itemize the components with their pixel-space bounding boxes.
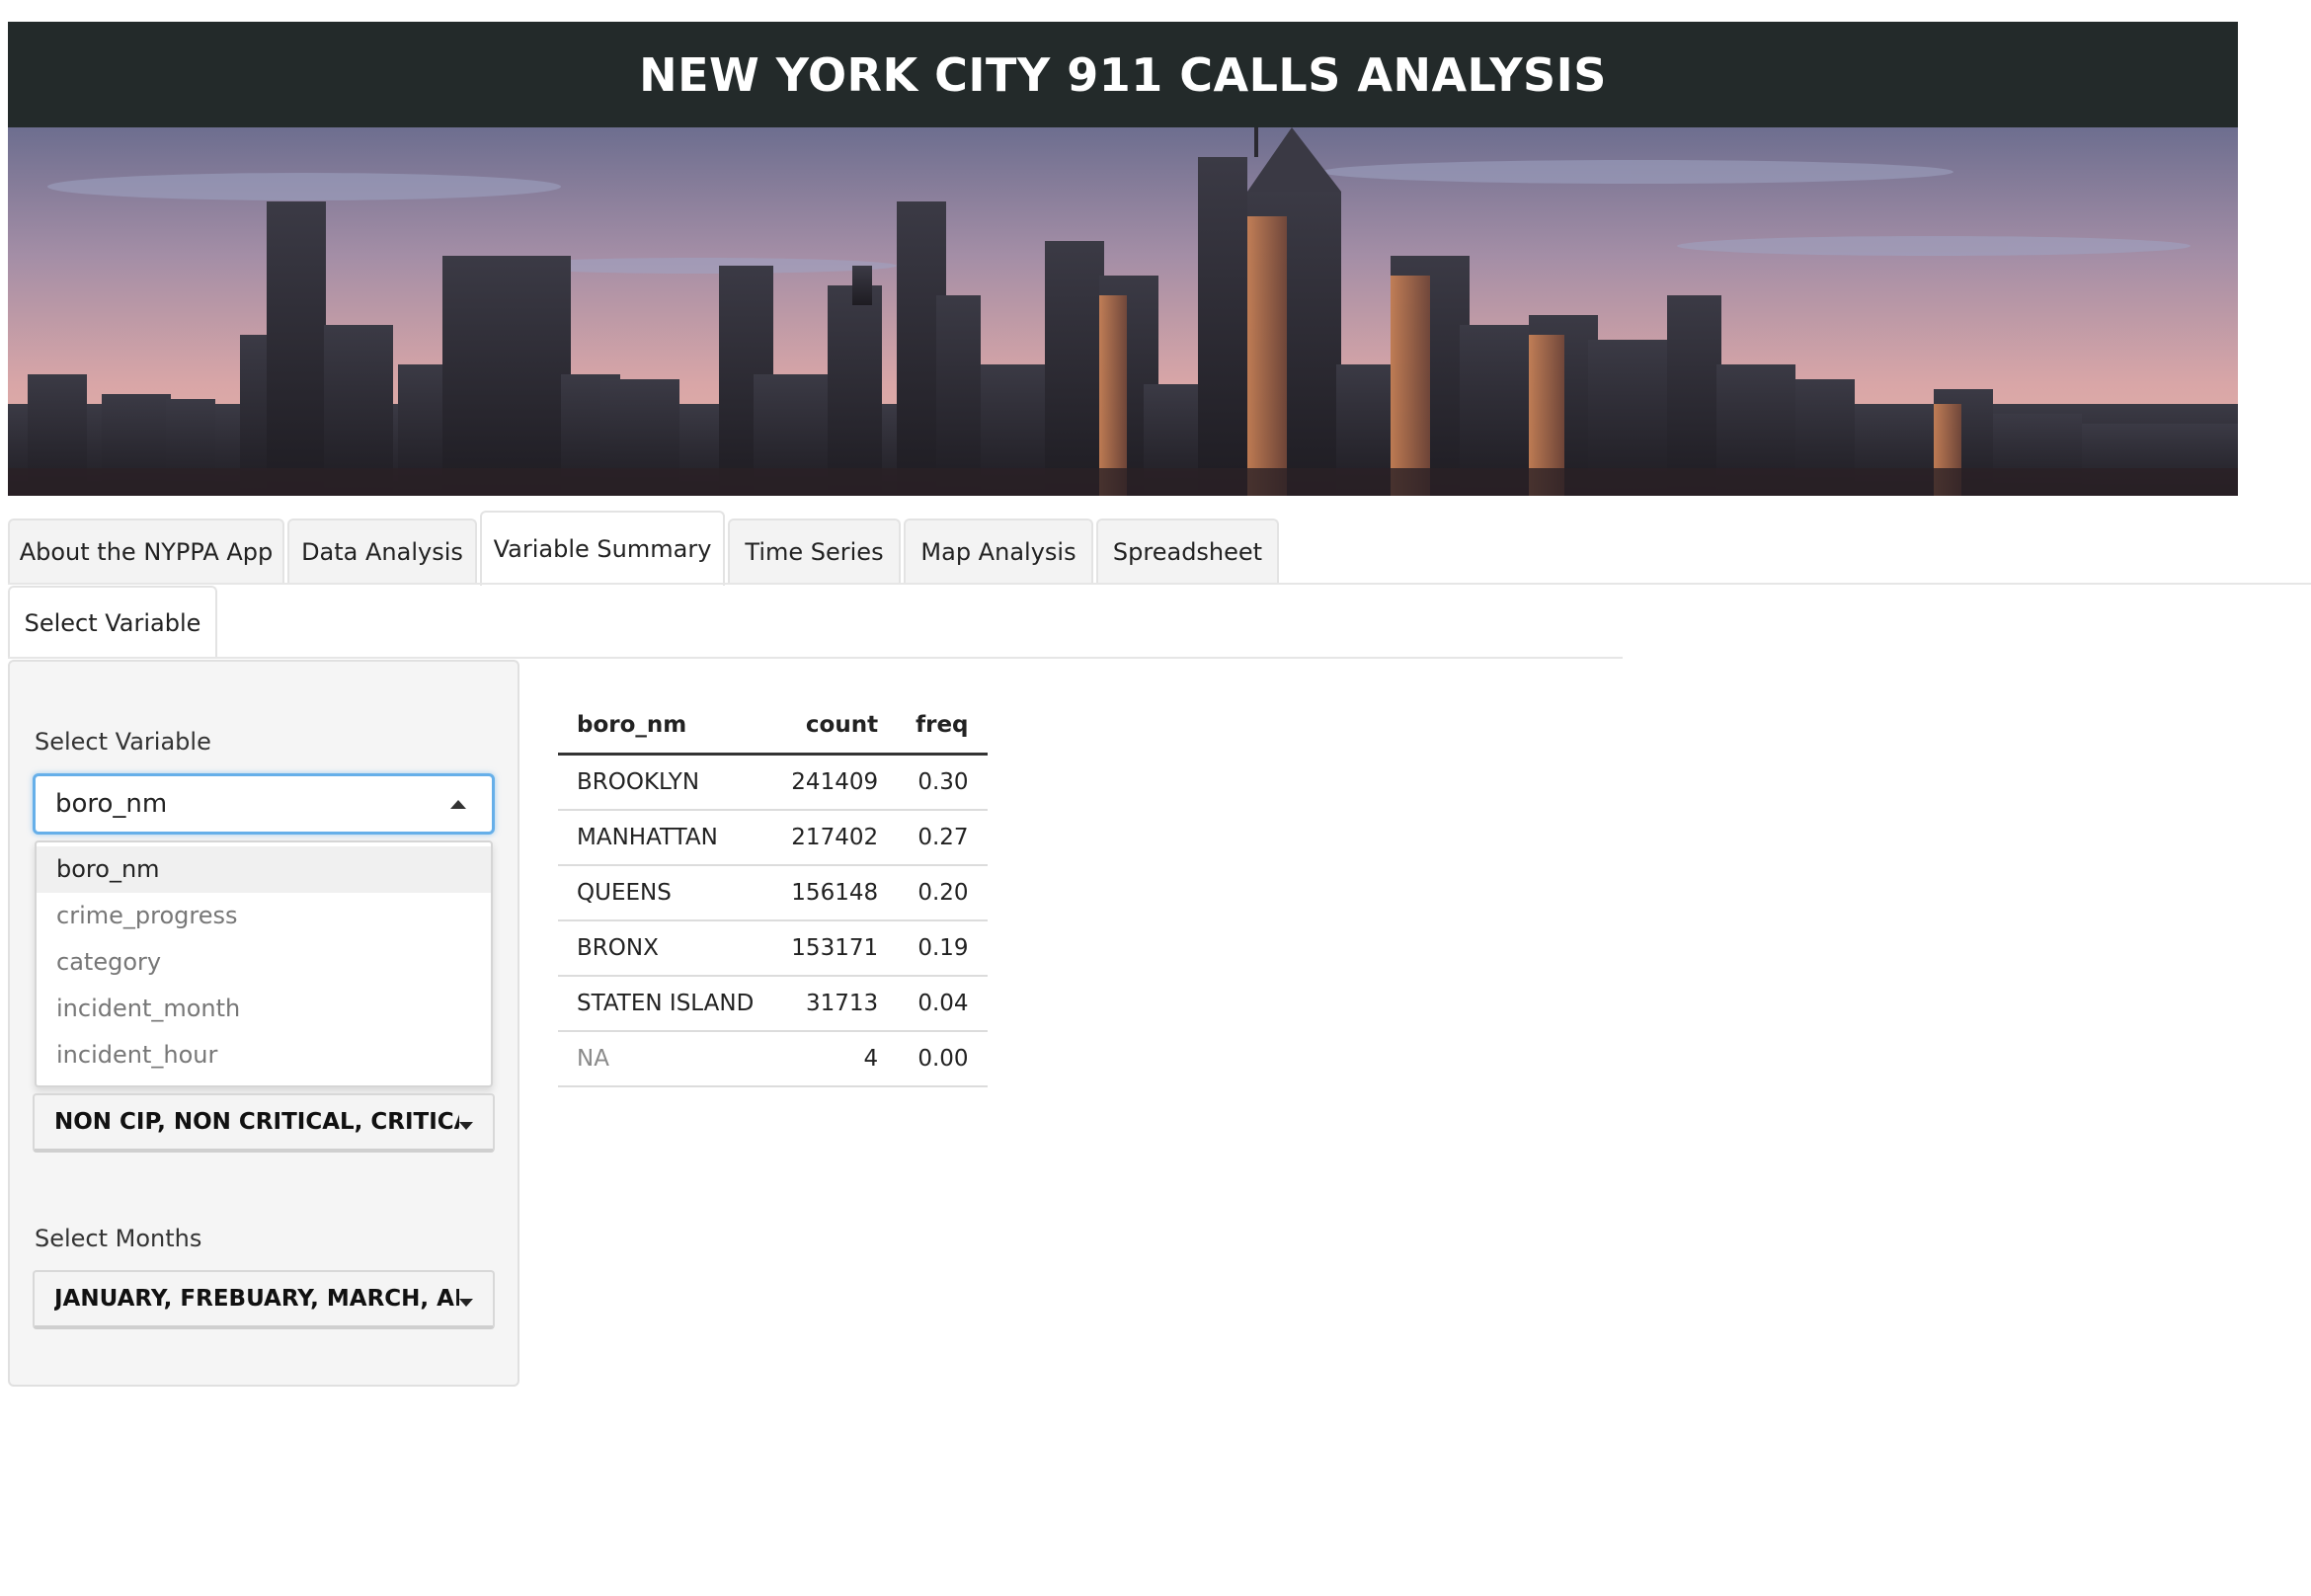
tab-spreadsheet[interactable]: Spreadsheet [1096, 519, 1279, 584]
select-variable-label: Select Variable [35, 728, 211, 756]
months-picker[interactable]: JANUARY, FREBUARY, MARCH, APRIL [33, 1270, 495, 1329]
subtab-select-variable[interactable]: Select Variable [8, 586, 217, 659]
tab-label: Data Analysis [301, 538, 463, 566]
tab-data-analysis[interactable]: Data Analysis [287, 519, 477, 584]
category-picker[interactable]: NON CIP, NON CRITICAL, CRITICAL, S [33, 1093, 495, 1153]
column-header-freq: freq [897, 697, 988, 756]
cell-count: 4 [772, 1031, 898, 1087]
tab-label: Variable Summary [493, 535, 712, 563]
dropdown-option-incident-hour[interactable]: incident_hour [37, 1032, 491, 1078]
table-header-row: boro_nm count freq [558, 697, 988, 756]
subtab-label: Select Variable [24, 609, 201, 637]
variable-select-value: boro_nm [55, 789, 168, 819]
column-header-boro-nm: boro_nm [558, 697, 773, 756]
cell-freq: 0.30 [897, 754, 988, 811]
title-bar: NEW YORK CITY 911 CALLS ANALYSIS [8, 22, 2238, 127]
tab-label: Time Series [745, 538, 884, 566]
variable-dropdown-menu: boro_nm crime_progress category incident… [35, 840, 493, 1087]
cell-boro: STATEN ISLAND [558, 976, 773, 1032]
caret-down-icon [459, 1122, 473, 1130]
tab-variable-summary[interactable]: Variable Summary [480, 511, 725, 586]
cell-count: 156148 [772, 865, 898, 921]
dropdown-option-boro-nm[interactable]: boro_nm [37, 846, 491, 893]
table-row: BRONX 153171 0.19 [558, 920, 988, 977]
tab-label: Spreadsheet [1112, 538, 1263, 566]
caret-down-icon [459, 1299, 473, 1307]
table-row: QUEENS 156148 0.20 [558, 865, 988, 921]
dropdown-option-crime-progress[interactable]: crime_progress [37, 893, 491, 939]
table-row: MANHATTAN 217402 0.27 [558, 810, 988, 866]
cell-count: 241409 [772, 754, 898, 811]
subtabs-divider [8, 657, 1623, 659]
cell-boro: BRONX [558, 920, 773, 977]
table-row: BROOKLYN 241409 0.30 [558, 754, 988, 811]
dropdown-option-incident-month[interactable]: incident_month [37, 986, 491, 1032]
table-row: NA 4 0.00 [558, 1031, 988, 1087]
tabs-divider [8, 583, 2311, 585]
tab-label: Map Analysis [920, 538, 1076, 566]
tab-time-series[interactable]: Time Series [728, 519, 901, 584]
cell-count: 153171 [772, 920, 898, 977]
dropdown-option-category[interactable]: category [37, 939, 491, 986]
tab-map-analysis[interactable]: Map Analysis [904, 519, 1093, 584]
variable-select-input[interactable]: boro_nm [33, 773, 495, 835]
caret-up-icon [450, 800, 466, 809]
category-picker-value: NON CIP, NON CRITICAL, CRITICAL, S [54, 1109, 459, 1135]
months-picker-value: JANUARY, FREBUARY, MARCH, APRIL [54, 1286, 459, 1312]
cell-count: 31713 [772, 976, 898, 1032]
select-months-label: Select Months [35, 1225, 202, 1252]
summary-table: boro_nm count freq BROOKLYN 241409 0.30 … [558, 697, 988, 1087]
column-header-count: count [772, 697, 898, 756]
app-title: NEW YORK CITY 911 CALLS ANALYSIS [639, 47, 1607, 102]
cell-boro: MANHATTAN [558, 810, 773, 866]
table-row: STATEN ISLAND 31713 0.04 [558, 976, 988, 1032]
skyline-banner-image [8, 127, 2238, 496]
cell-freq: 0.00 [897, 1031, 988, 1087]
cell-freq: 0.04 [897, 976, 988, 1032]
tab-label: About the NYPPA App [19, 538, 274, 566]
cell-freq: 0.27 [897, 810, 988, 866]
cell-boro: QUEENS [558, 865, 773, 921]
cell-boro: BROOKLYN [558, 754, 773, 811]
cell-freq: 0.20 [897, 865, 988, 921]
tab-about[interactable]: About the NYPPA App [8, 519, 284, 584]
cell-count: 217402 [772, 810, 898, 866]
cell-freq: 0.19 [897, 920, 988, 977]
cell-boro: NA [558, 1031, 773, 1087]
